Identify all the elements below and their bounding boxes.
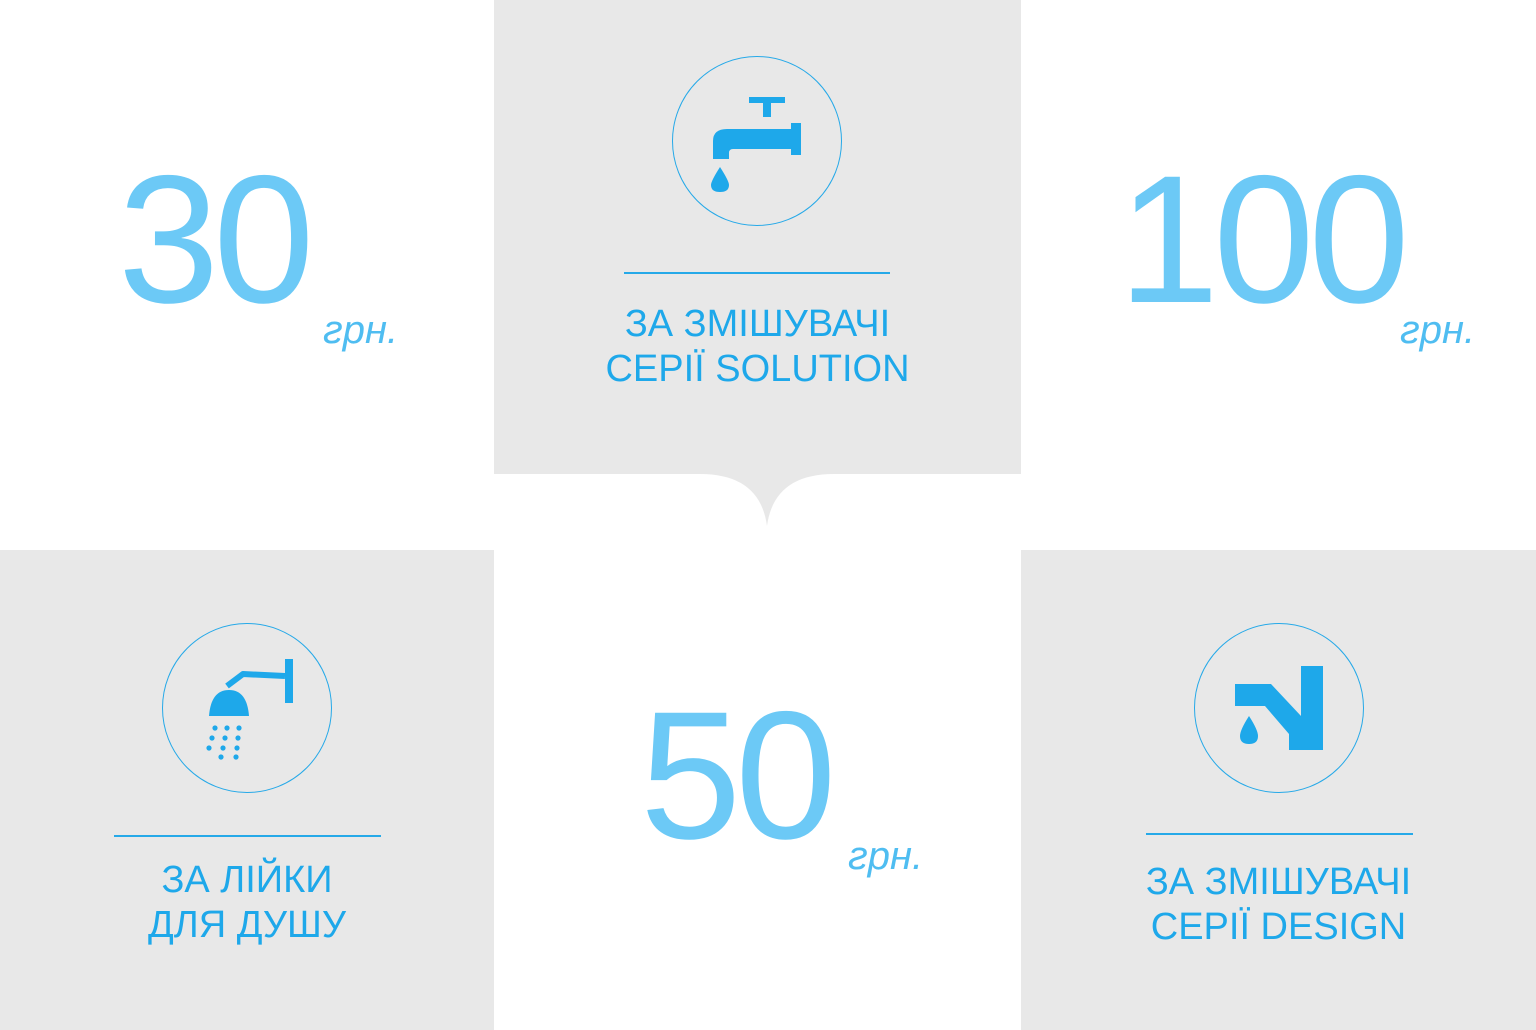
divider-line xyxy=(1146,833,1413,835)
label-line-1: ЗА ЛІЙКИ xyxy=(161,859,333,901)
shower-heads-label: ЗА ЛІЙКИ ДЛЯ ДУШУ xyxy=(0,858,494,948)
price-value-30: 30 xyxy=(118,137,314,341)
label-line-1: ЗА ЗМІШУВАЧІ xyxy=(624,303,891,345)
faucet-icon-circle xyxy=(672,56,842,226)
price-unit: грн. xyxy=(848,834,924,878)
notch-left xyxy=(184,500,310,550)
notch-right xyxy=(1216,500,1342,550)
divider-line xyxy=(624,272,890,274)
solution-mixers-label: ЗА ЗМІШУВАЧІ СЕРІЇ SOLUTION xyxy=(494,302,1021,392)
price-value-50: 50 xyxy=(640,673,836,877)
notch-middle xyxy=(700,474,834,526)
mixer-tap-icon-circle xyxy=(1194,623,1364,793)
mixer-tap-icon xyxy=(1235,666,1323,750)
label-line-2: ДЛЯ ДУШУ xyxy=(148,904,346,946)
label-line-1: ЗА ЗМІШУВАЧІ xyxy=(1145,861,1412,903)
faucet-icon xyxy=(711,97,801,192)
design-mixers-label: ЗА ЗМІШУВАЧІ СЕРІЇ DESIGN xyxy=(1021,860,1536,950)
price-value-100: 100 xyxy=(1118,137,1410,341)
shower-head-icon xyxy=(206,659,293,760)
divider-line xyxy=(114,835,381,837)
label-line-2: СЕРІЇ DESIGN xyxy=(1150,906,1407,948)
price-unit: грн. xyxy=(323,308,399,352)
shower-head-icon-circle xyxy=(162,623,332,793)
label-line-2: СЕРІЇ SOLUTION xyxy=(605,348,910,390)
price-unit: грн. xyxy=(1400,308,1476,352)
